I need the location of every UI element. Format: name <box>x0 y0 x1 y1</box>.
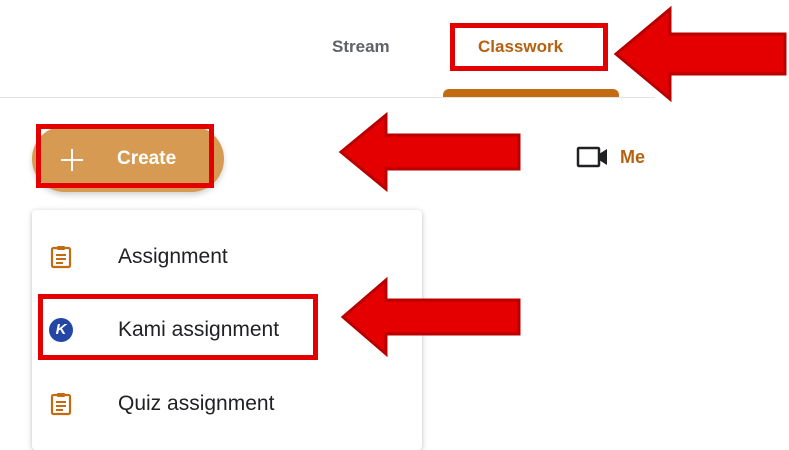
highlight-box-create <box>36 124 214 188</box>
arrow-icon <box>340 276 521 358</box>
menu-item-label: Quiz assignment <box>118 392 275 415</box>
highlight-box-kami-assignment <box>38 294 318 360</box>
assignment-icon <box>50 393 72 416</box>
menu-item-quiz-assignment[interactable]: Quiz assignment <box>32 374 422 434</box>
header-divider <box>0 97 655 98</box>
meet-link[interactable]: Me <box>620 146 652 168</box>
highlight-box-classwork <box>450 23 608 71</box>
menu-item-label: Assignment <box>118 245 228 268</box>
video-icon[interactable] <box>576 145 610 169</box>
tab-stream[interactable]: Stream <box>332 37 390 57</box>
arrow-icon <box>613 5 787 103</box>
arrow-icon <box>338 111 521 193</box>
assignment-icon <box>50 246 72 269</box>
